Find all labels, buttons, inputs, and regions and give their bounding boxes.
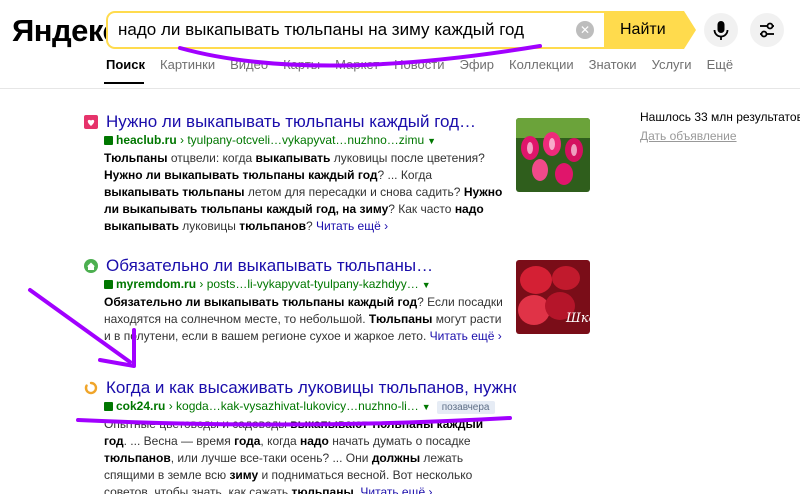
annotation-arrow — [28, 288, 132, 364]
annotation-underline-snippet — [76, 416, 512, 427]
annotation-underline-search — [178, 44, 542, 68]
annotation-overlay — [28, 44, 542, 427]
